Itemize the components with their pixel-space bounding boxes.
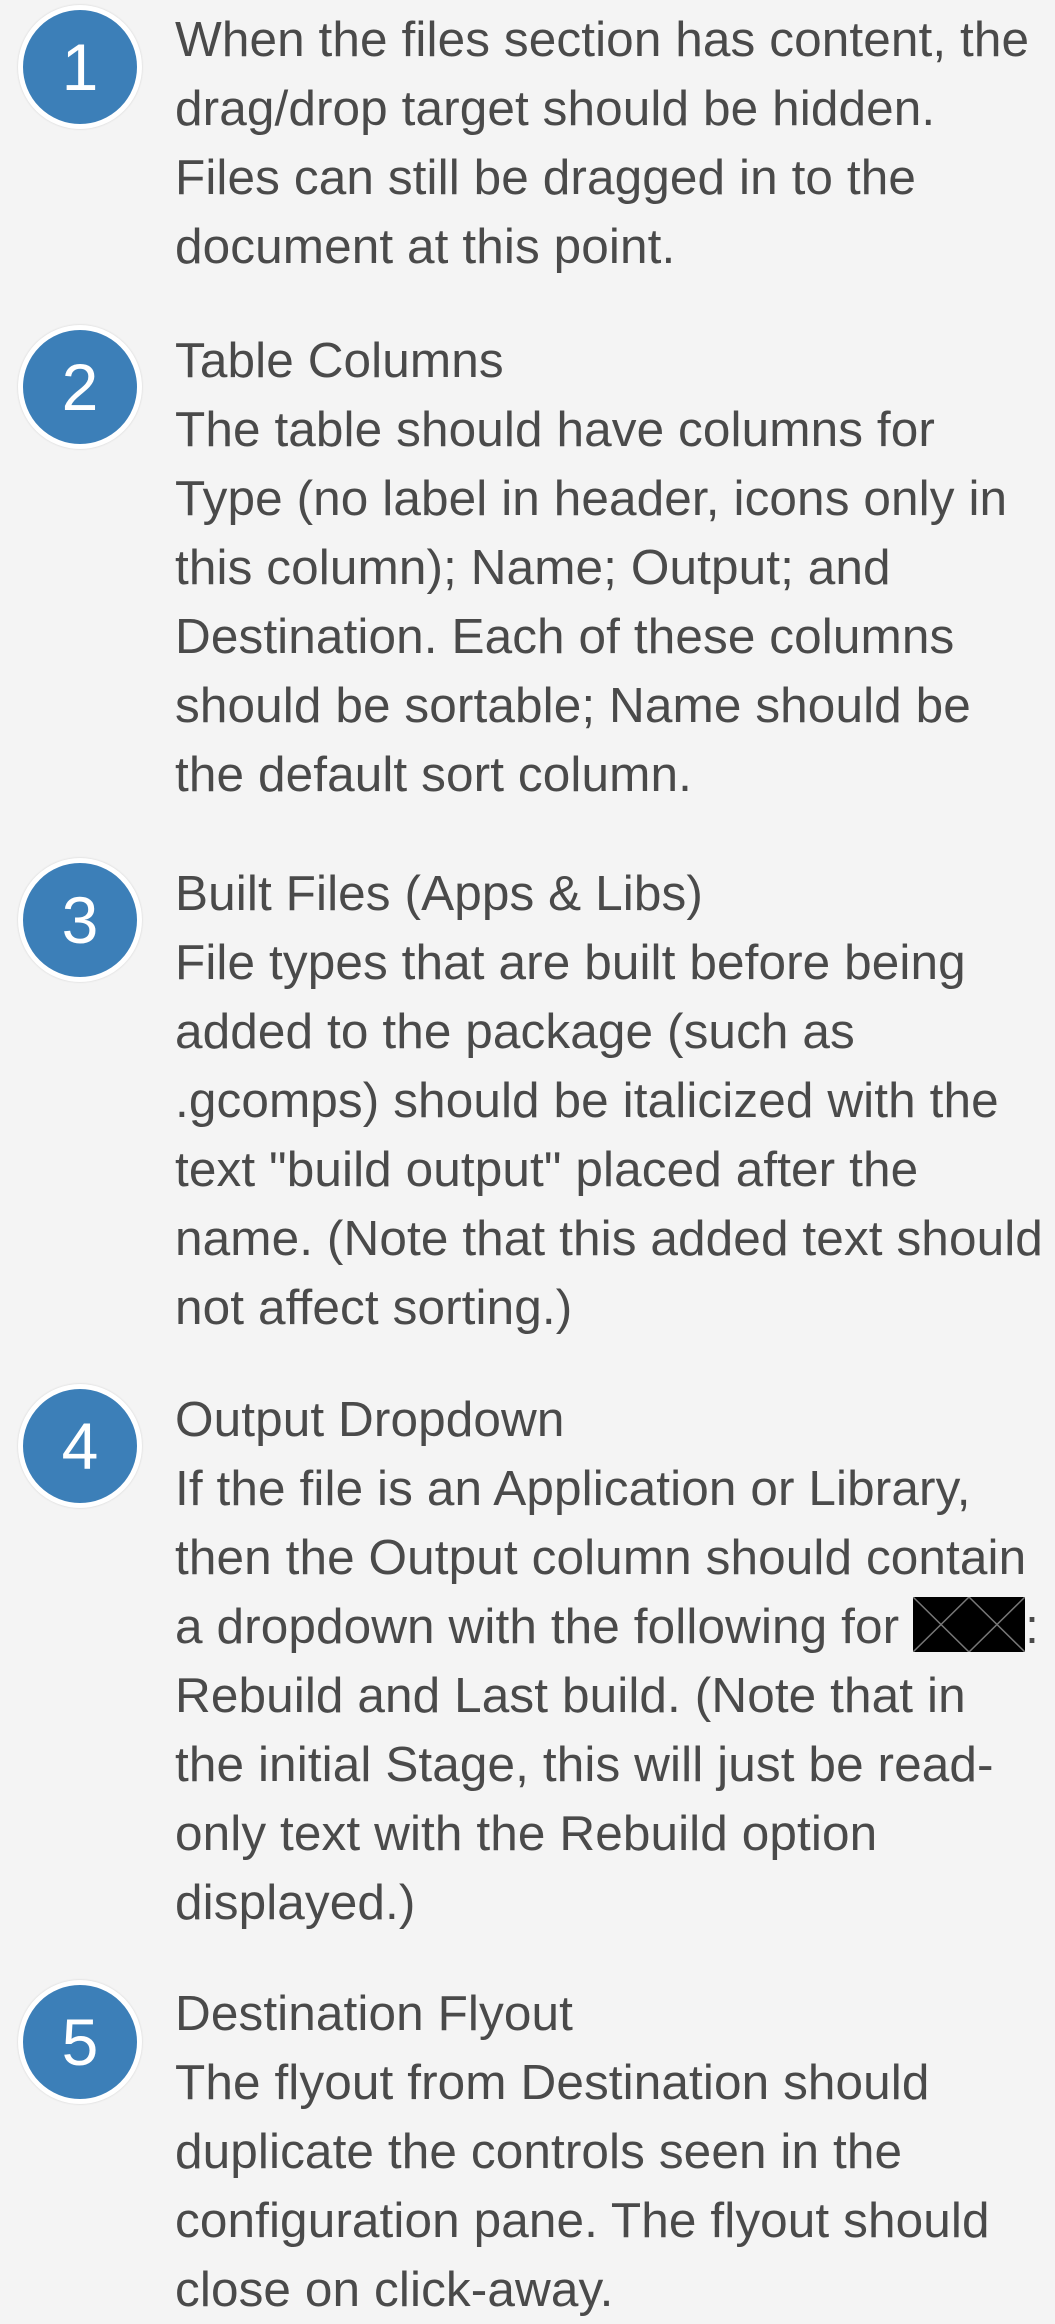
note-number-badge-4: 4 [18,1384,142,1508]
note-5: Destination Flyout The flyout from Desti… [175,1979,1045,2324]
annotation-notes-page: { "notes": [ { "number": "1", "title": "… [0,0,1055,2317]
note-4-text-before: If the file is an Application or Library… [175,1461,1027,1654]
note-4: Output Dropdown If the file is an Applic… [175,1385,1045,1937]
note-5-text: The flyout from Destination should dupli… [175,2055,990,2317]
note-3: Built Files (Apps & Libs) File types tha… [175,859,1045,1342]
note-2-text: The table should have columns for Type (… [175,402,1008,802]
note-3-title: Built Files (Apps & Libs) [175,866,703,921]
note-2: Table Columns The table should have colu… [175,326,1045,809]
note-number-badge-3: 3 [18,858,142,982]
note-4-text: If the file is an Application or Library… [175,1454,1045,1937]
note-1: When the files section has content, the … [175,5,1045,281]
note-2-title: Table Columns [175,333,504,388]
note-1-text: When the files section has content, the … [175,12,1030,274]
note-3-text: File types that are built before being a… [175,935,1043,1335]
note-number-badge-5: 5 [18,1980,142,2104]
redacted-placeholder-icon [913,1597,1026,1652]
note-number-badge-2: 2 [18,325,142,449]
note-number-badge-1: 1 [18,5,142,129]
note-4-title: Output Dropdown [175,1392,565,1447]
note-5-title: Destination Flyout [175,1986,573,2041]
